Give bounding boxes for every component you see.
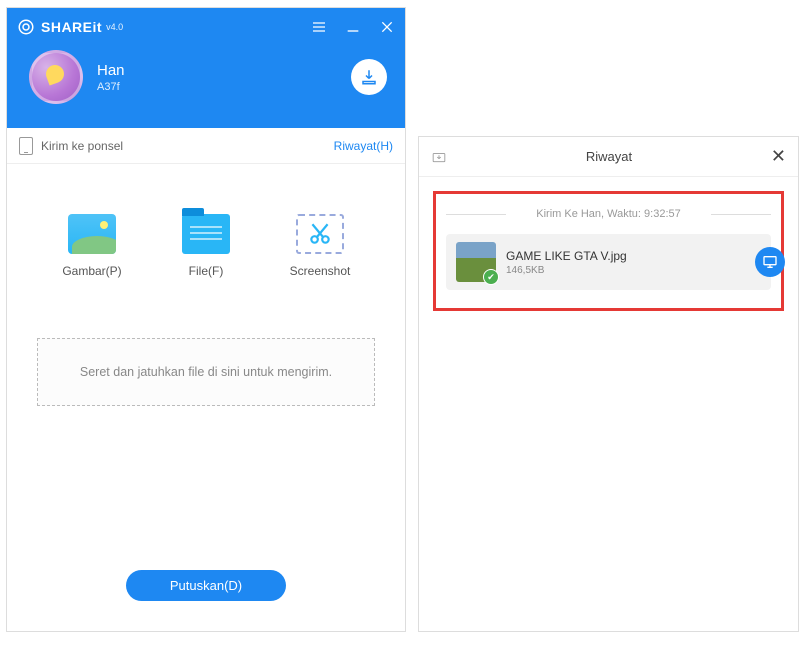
file-thumbnail [456,242,496,282]
center-area: Gambar(P) File(F) Screenshot Seret dan j… [7,164,405,631]
disconnect-button[interactable]: Putuskan(D) [126,570,286,601]
image-icon [68,214,116,254]
history-header: Riwayat ✕ [419,137,798,177]
app-title: SHAREit [41,19,102,35]
avatar[interactable] [29,50,83,104]
category-screenshot-label: Screenshot [290,264,351,278]
shareit-logo-icon [17,18,35,36]
file-name: GAME LIKE GTA V.jpg [506,249,627,263]
main-window: SHAREit v4.0 Han A37f Kirim ke ponsel Ri… [6,7,406,632]
category-file-label: File(F) [189,264,224,278]
phone-icon [19,137,33,155]
header: SHAREit v4.0 Han A37f [7,8,405,128]
session-label: Kirim Ke Han, Waktu: 9:32:57 [446,208,771,220]
folder-icon [182,214,230,254]
send-to-phone-label: Kirim ke ponsel [41,139,123,153]
app-version: v4.0 [106,22,123,32]
minimize-icon[interactable] [345,19,361,35]
scissors-icon [296,214,344,254]
highlight-box: Kirim Ke Han, Waktu: 9:32:57 GAME LIKE G… [433,191,784,311]
download-folder-icon[interactable] [431,150,447,164]
profile-row: Han A37f [7,40,405,104]
download-button[interactable] [351,59,387,95]
profile-code: A37f [97,81,125,93]
title-bar: SHAREit v4.0 [7,8,405,40]
history-body: Kirim Ke Han, Waktu: 9:32:57 GAME LIKE G… [419,177,798,325]
category-image-label: Gambar(P) [62,264,121,278]
sub-bar: Kirim ke ponsel Riwayat(H) [7,128,405,164]
category-file[interactable]: File(F) [161,214,251,278]
file-size: 146,5KB [506,265,627,276]
drop-zone[interactable]: Seret dan jatuhkan file di sini untuk me… [37,338,375,406]
history-link[interactable]: Riwayat(H) [334,139,393,153]
download-icon [360,68,378,86]
file-entry[interactable]: GAME LIKE GTA V.jpg 146,5KB [446,234,771,290]
profile-name: Han [97,62,125,79]
monitor-icon [762,254,778,270]
device-badge[interactable] [755,247,785,277]
history-title: Riwayat [447,149,771,164]
category-screenshot[interactable]: Screenshot [275,214,365,278]
history-close-icon[interactable]: ✕ [771,146,786,167]
close-icon[interactable] [379,19,395,35]
menu-icon[interactable] [311,19,327,35]
category-row: Gambar(P) File(F) Screenshot [37,214,375,278]
history-panel: Riwayat ✕ Kirim Ke Han, Waktu: 9:32:57 G… [418,136,799,632]
category-image[interactable]: Gambar(P) [47,214,137,278]
